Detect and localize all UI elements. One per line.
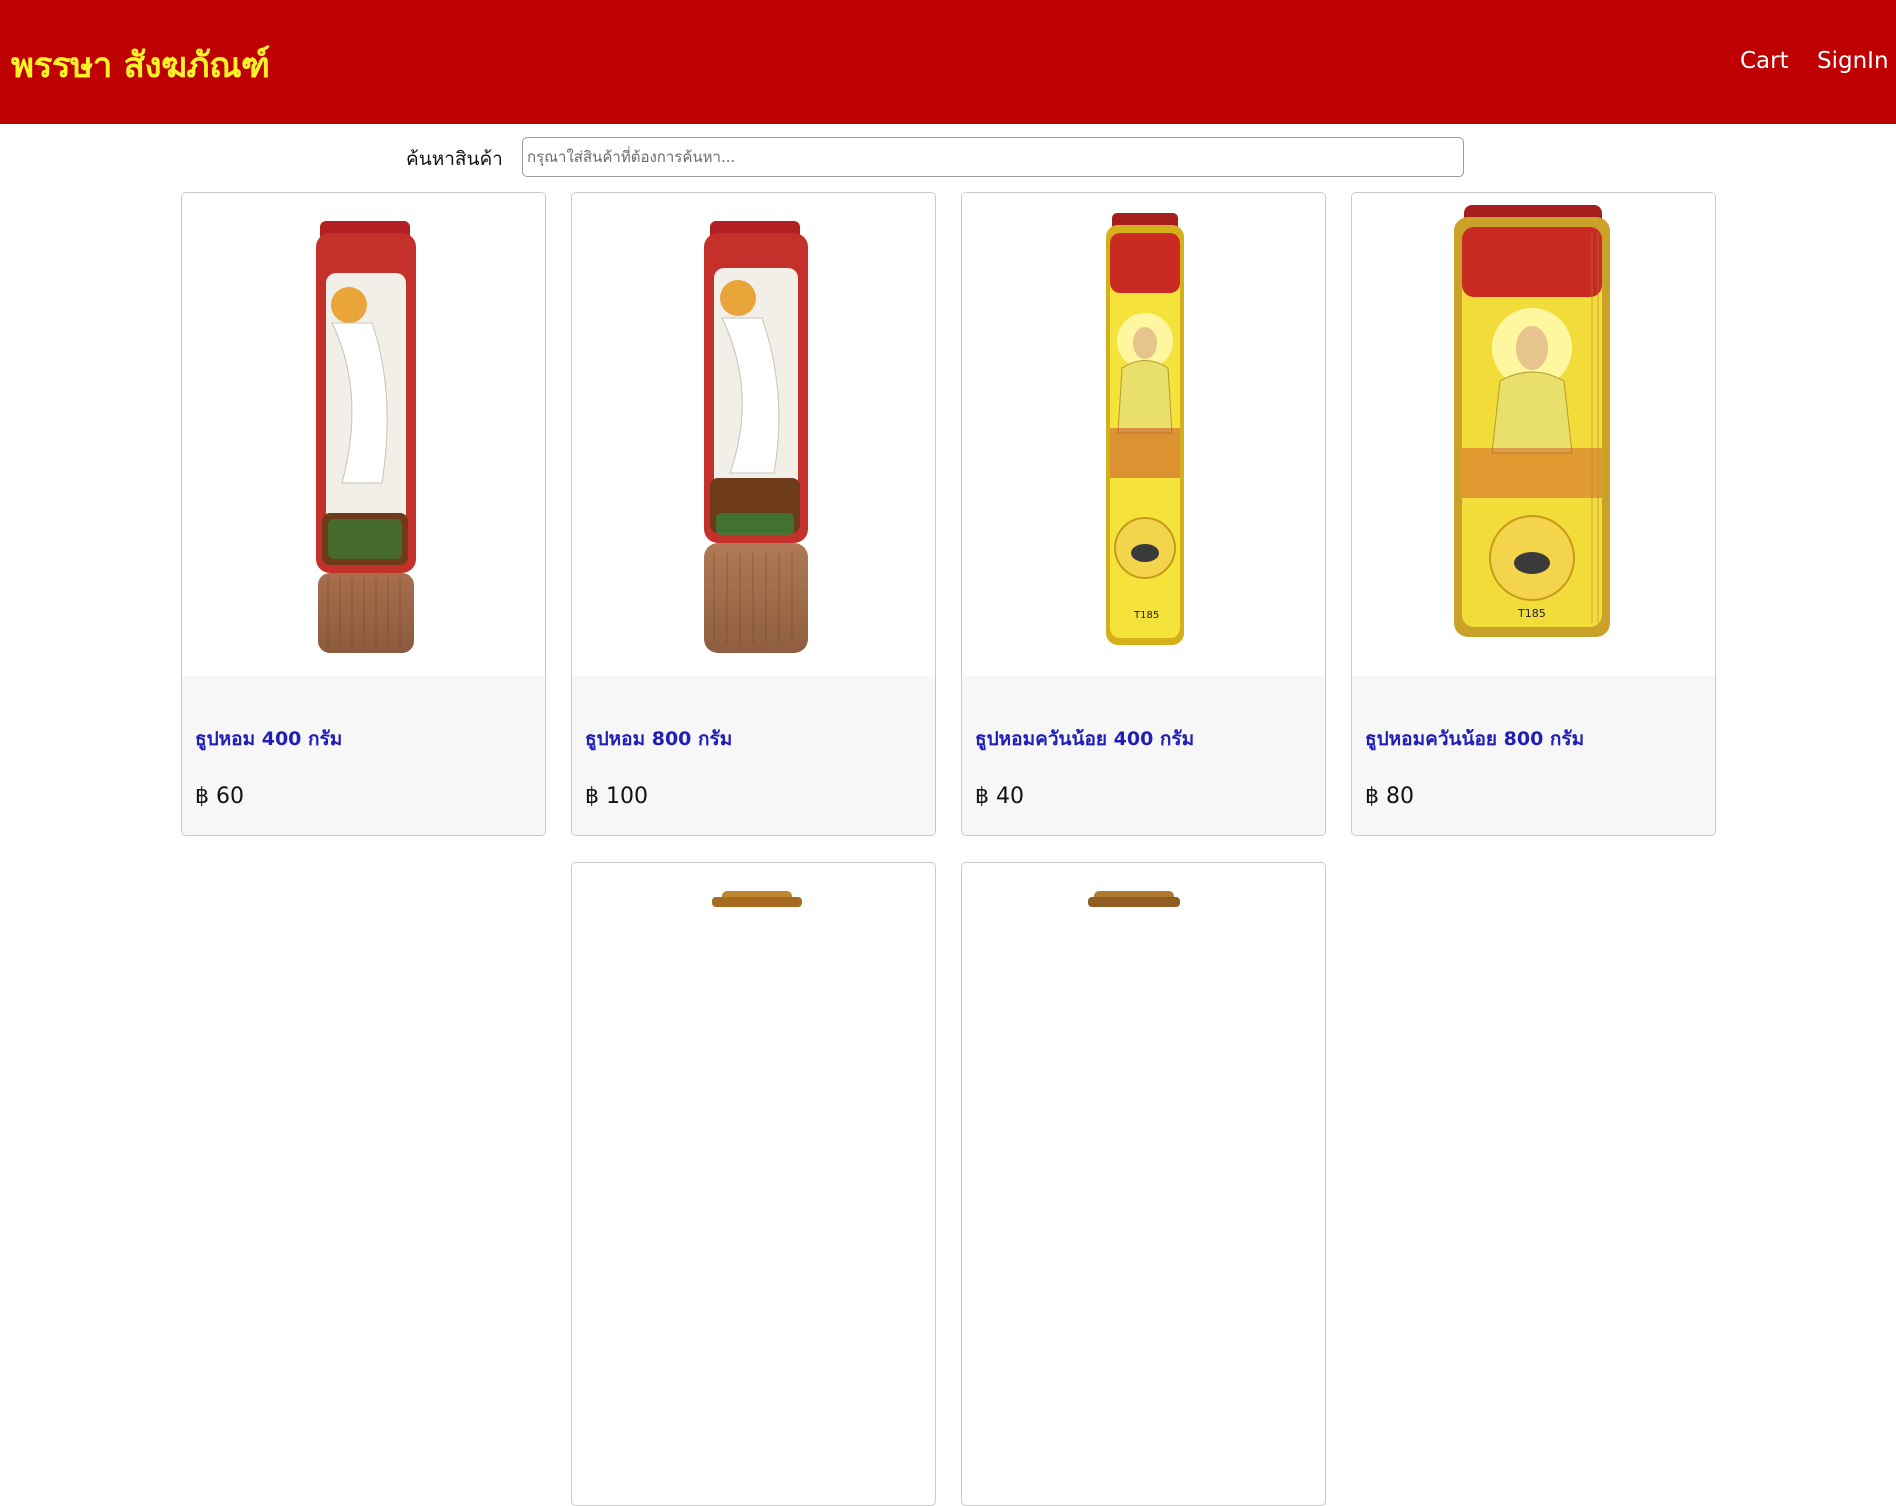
incense-bundle-image-icon: T185 (1454, 205, 1610, 637)
product-image[interactable] (962, 863, 1325, 1346)
product-image[interactable]: T185 (962, 193, 1325, 676)
search-input[interactable] (522, 137, 1464, 177)
cart-link[interactable]: Cart (1740, 48, 1789, 74)
product-card[interactable]: T185 ธูปหอมควันน้อย 400 กรัม ฿ 40 (961, 192, 1326, 836)
top-navbar: พรรษา สังฆภัณฑ์ Cart SignIn (0, 0, 1896, 124)
signin-link[interactable]: SignIn (1817, 48, 1889, 74)
product-image[interactable] (572, 193, 935, 676)
product-price: ฿ 100 (585, 784, 648, 809)
product-card[interactable] (571, 862, 936, 1506)
product-card-body: ธูปหอม 800 กรัม ฿ 100 (572, 676, 935, 835)
incense-bundle-image-icon: T185 (1106, 213, 1184, 645)
product-image[interactable] (572, 863, 935, 1346)
search-label: ค้นหาสินค้า (406, 148, 503, 170)
product-card-body: ธูปหอม 400 กรัม ฿ 60 (182, 676, 545, 835)
product-card[interactable] (961, 862, 1326, 1506)
product-title[interactable]: ธูปหอม 800 กรัม (585, 724, 732, 754)
product-price: ฿ 60 (195, 784, 244, 809)
product-price: ฿ 40 (975, 784, 1024, 809)
product-card-body: ธูปหอมควันน้อย 800 กรัม ฿ 80 (1352, 676, 1715, 835)
product-card[interactable]: T185 ธูปหอมควันน้อย 800 กรัม ฿ 80 (1351, 192, 1716, 836)
incense-bundle-image-icon (712, 891, 802, 907)
product-card[interactable]: ธูปหอม 800 กรัม ฿ 100 (571, 192, 936, 836)
product-title[interactable]: ธูปหอมควันน้อย 800 กรัม (1365, 724, 1584, 754)
product-image[interactable]: T185 (1352, 193, 1715, 676)
product-card[interactable]: ธูปหอม 400 กรัม ฿ 60 (181, 192, 546, 836)
product-title[interactable]: ธูปหอม 400 กรัม (195, 724, 342, 754)
brand-logo-text[interactable]: พรรษา สังฆภัณฑ์ (11, 38, 270, 93)
incense-bundle-image-icon (1088, 891, 1180, 907)
product-price: ฿ 80 (1365, 784, 1414, 809)
incense-bundle-image-icon (316, 221, 416, 653)
svg-text:T185: T185 (1517, 607, 1546, 620)
product-title[interactable]: ธูปหอมควันน้อย 400 กรัม (975, 724, 1194, 754)
product-card-body: ธูปหอมควันน้อย 400 กรัม ฿ 40 (962, 676, 1325, 835)
product-image[interactable] (182, 193, 545, 676)
incense-bundle-image-icon (704, 221, 808, 653)
svg-text:T185: T185 (1133, 610, 1159, 621)
